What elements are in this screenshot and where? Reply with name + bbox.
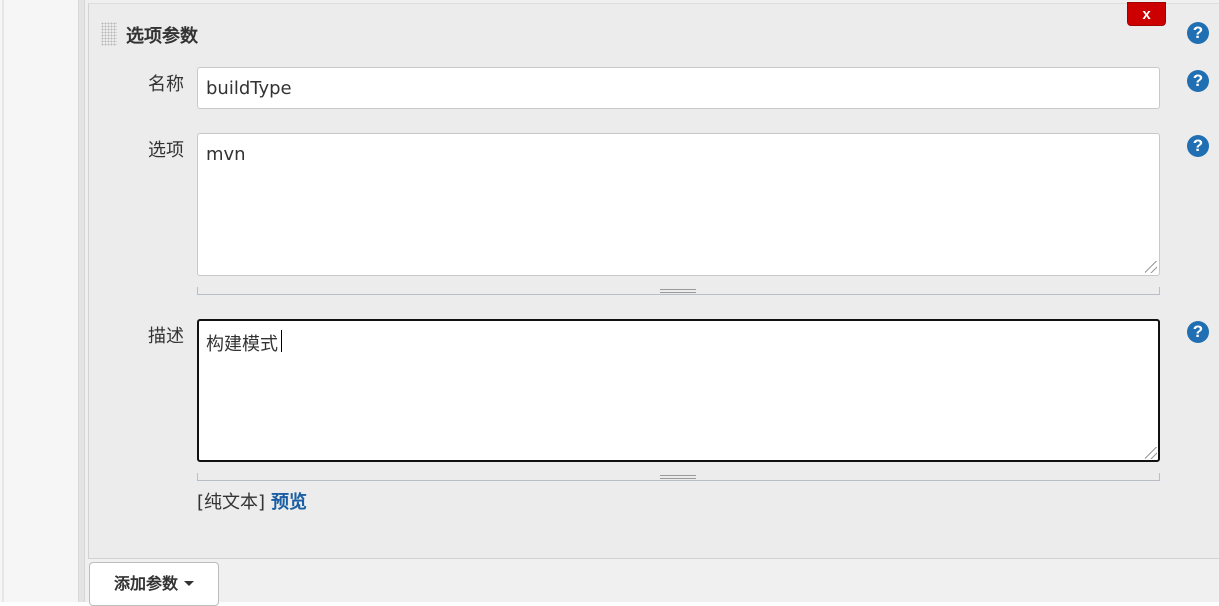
grip-icon	[660, 475, 696, 479]
resize-handle-icon[interactable]	[1145, 261, 1157, 273]
left-gutter	[0, 0, 79, 602]
caret-down-icon	[184, 580, 194, 586]
add-parameter-button[interactable]: 添加参数	[89, 562, 219, 606]
help-icon[interactable]: ?	[1187, 22, 1209, 44]
description-label: 描述	[148, 326, 184, 347]
gutter-line	[2, 0, 4, 602]
section-stripe	[79, 0, 85, 602]
grip-icon	[660, 289, 696, 293]
choices-expand-bar[interactable]	[197, 287, 1160, 295]
format-text: [纯文本]	[197, 492, 266, 513]
resize-handle-icon[interactable]	[1145, 447, 1157, 459]
name-help-icon[interactable]: ?	[1187, 70, 1209, 92]
name-label: 名称	[148, 74, 184, 95]
preview-row: [纯文本] 预览	[197, 488, 307, 514]
description-textarea[interactable]: 构建模式	[197, 319, 1160, 462]
name-input[interactable]	[197, 67, 1160, 109]
description-help-icon[interactable]: ?	[1187, 321, 1209, 343]
drag-handle-icon[interactable]	[101, 22, 117, 46]
parameter-type-title: 选项参数	[126, 26, 198, 47]
preview-link[interactable]: 预览	[271, 492, 307, 513]
choices-label: 选项	[148, 140, 184, 161]
delete-parameter-button[interactable]: x	[1127, 2, 1166, 26]
choices-textarea[interactable]: mvn	[197, 133, 1160, 276]
add-parameter-label: 添加参数	[113, 574, 178, 593]
text-cursor	[281, 330, 282, 352]
description-expand-bar[interactable]	[197, 473, 1160, 481]
choices-help-icon[interactable]: ?	[1187, 135, 1209, 157]
